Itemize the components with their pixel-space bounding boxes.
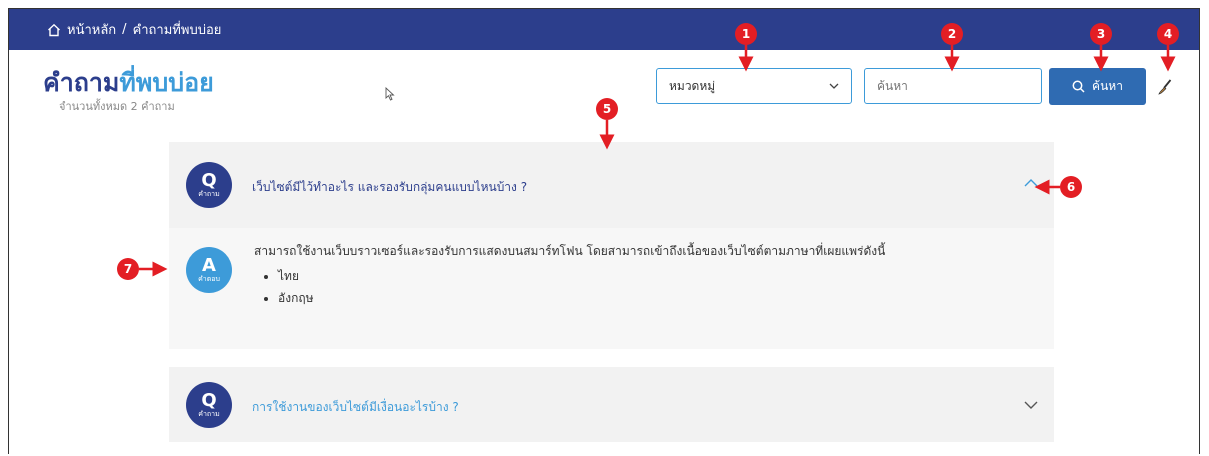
annotation-arrows [139, 45, 1176, 277]
